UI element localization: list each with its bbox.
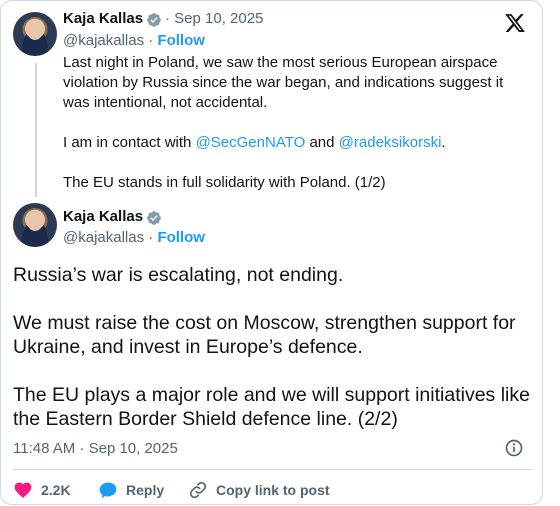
post-text: Last night in Poland, we saw the most se… — [63, 53, 533, 213]
handle-row: @kajakallas · Follow — [63, 32, 205, 49]
separator: · — [148, 229, 154, 246]
post-date[interactable]: · Sep 10, 2025 — [165, 10, 263, 27]
author-handle[interactable]: @kajakallas — [63, 32, 144, 49]
copy-link-button[interactable]: Copy link to post — [188, 479, 330, 501]
post-paragraph: The EU stands in full solidarity with Po… — [63, 174, 386, 191]
like-count: 2.2K — [41, 482, 71, 498]
like-button[interactable]: 2.2K — [13, 479, 71, 501]
author-handle[interactable]: @kajakallas — [63, 229, 144, 246]
copy-link-label: Copy link to post — [216, 482, 330, 498]
main-post-text: Russia’s war is escalating, not ending. … — [13, 263, 533, 455]
divider — [13, 469, 532, 470]
follow-button[interactable]: Follow — [157, 32, 205, 49]
avatar[interactable] — [13, 203, 57, 247]
separator: · — [148, 32, 154, 49]
post-paragraph: Russia’s war is escalating, not ending. — [13, 264, 344, 286]
x-logo-icon[interactable] — [504, 12, 526, 34]
verified-badge-icon — [147, 13, 161, 27]
reply-icon — [99, 482, 117, 498]
author-name[interactable]: Kaja Kallas — [63, 10, 143, 27]
reply-button[interactable]: Reply — [98, 479, 164, 501]
text-segment: I am in contact with — [63, 134, 196, 151]
mention-link[interactable]: @SecGenNATO — [196, 134, 306, 151]
post-paragraph: Last night in Poland, we saw the most se… — [63, 54, 504, 111]
post-paragraph: I am in contact with @SecGenNATO and @ra… — [63, 133, 533, 153]
heart-icon — [14, 482, 32, 498]
link-icon — [189, 481, 207, 499]
text-segment: and — [305, 134, 339, 151]
embedded-post-card: Kaja Kallas · Sep 10, 2025 @kajakallas ·… — [0, 0, 543, 505]
info-icon[interactable] — [504, 438, 524, 458]
post-paragraph: The EU plays a major role and we will su… — [13, 384, 530, 430]
post-timestamp[interactable]: 11:48 AM · Sep 10, 2025 — [13, 440, 178, 457]
thread-line — [35, 63, 37, 197]
text-segment: . — [441, 134, 446, 151]
mention-link[interactable]: @radeksikorski — [339, 134, 442, 151]
author-name[interactable]: Kaja Kallas — [63, 208, 143, 225]
follow-button[interactable]: Follow — [157, 229, 205, 246]
reply-label: Reply — [126, 482, 165, 498]
avatar[interactable] — [13, 12, 57, 56]
handle-row: @kajakallas · Follow — [63, 229, 205, 246]
verified-badge-icon — [147, 211, 161, 225]
post-paragraph: We must raise the cost on Moscow, streng… — [13, 312, 516, 358]
